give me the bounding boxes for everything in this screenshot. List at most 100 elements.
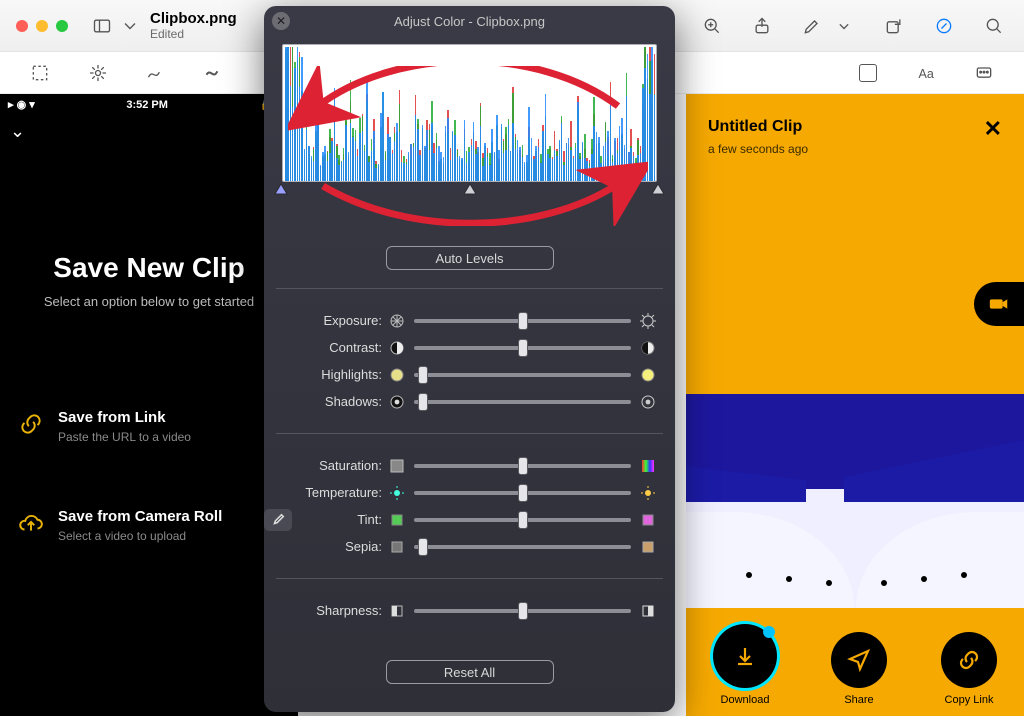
slider-label: Shadows: [264,394,388,409]
slider-track[interactable] [414,609,631,613]
option-title: Save from Link [58,409,191,426]
action-download[interactable]: Download [713,624,777,706]
action-label: Download [721,694,770,706]
action-share[interactable]: Share [831,632,887,706]
edit-dropdown-icon[interactable] [830,14,858,38]
slider-thumb[interactable] [518,511,528,529]
slider-track[interactable] [414,400,631,404]
slider-thumb[interactable] [418,393,428,411]
slider-max-icon [639,339,657,357]
copy-link-icon[interactable] [941,632,997,688]
slider-thumb[interactable] [418,538,428,556]
edit-icon[interactable] [798,14,826,38]
phone-left-mock: ▸ ◉ ▾ 3:52 PM 🔒 🔋 ⌄ Save New Clip Select… [0,94,298,716]
share-plane-icon[interactable] [831,632,887,688]
panel-title: Adjust Color - Clipbox.png [394,14,545,29]
slider-highlights[interactable]: Highlights: [264,361,675,388]
slider-min-icon [388,312,406,330]
chevron-down-icon[interactable] [116,14,144,38]
panel-close-icon[interactable]: ✕ [272,12,290,30]
slider-track[interactable] [414,373,631,377]
slider-exposure[interactable]: Exposure: [264,307,675,334]
levels-white-point-handle[interactable] [651,182,665,196]
slider-label: Temperature: [264,485,388,500]
slider-max-icon [639,312,657,330]
clip-timestamp: a few seconds ago [708,142,808,156]
slider-thumb[interactable] [418,366,428,384]
download-icon[interactable] [713,624,777,688]
instant-alpha-icon[interactable] [84,61,112,85]
slider-min-icon [388,393,406,411]
slider-min-icon [388,602,406,620]
action-label: Share [844,694,873,706]
slider-thumb[interactable] [518,484,528,502]
slider-thumb[interactable] [518,339,528,357]
slider-track[interactable] [414,545,631,549]
zoom-window-button[interactable] [56,20,68,32]
slider-max-icon [639,511,657,529]
slider-sharpness[interactable]: Sharpness: [264,597,675,624]
record-button[interactable] [974,282,1024,326]
close-icon[interactable]: ✕ [984,118,1002,140]
search-icon[interactable] [980,14,1008,38]
selection-tool-icon[interactable] [26,61,54,85]
slider-label: Exposure: [264,313,388,328]
cloud-upload-icon [18,510,44,541]
markup-icon[interactable] [930,14,958,38]
annotation-icon[interactable] [970,61,998,85]
levels-black-point-handle[interactable] [274,182,288,196]
slider-thumb[interactable] [518,457,528,475]
slider-thumb[interactable] [518,602,528,620]
sidebar-toggle-icon[interactable] [88,14,116,38]
option-save-camera-roll[interactable]: Save from Camera Roll Select a video to … [0,498,298,553]
slider-sepia[interactable]: Sepia: [264,533,675,560]
eyedropper-icon[interactable] [264,509,292,531]
sketch1-icon[interactable] [142,61,170,85]
slider-tint[interactable]: Tint: [264,506,675,533]
reset-all-button[interactable]: Reset All [386,660,554,684]
share-icon[interactable] [748,14,776,38]
slider-contrast[interactable]: Contrast: [264,334,675,361]
option-save-link[interactable]: Save from Link Paste the URL to a video [0,399,298,454]
status-time: 3:52 PM [126,99,168,111]
slider-track[interactable] [414,464,631,468]
slider-min-icon [388,339,406,357]
histogram[interactable] [282,44,657,182]
slider-shadows[interactable]: Shadows: [264,388,675,415]
slider-track[interactable] [414,319,631,323]
slider-min-icon [388,538,406,556]
save-title: Save New Clip [0,252,298,284]
action-label: Copy Link [945,694,994,706]
window-controls[interactable] [16,20,68,32]
sketch2-icon[interactable] [200,61,228,85]
dismiss-chevron-icon[interactable]: ⌄ [10,121,298,142]
slider-max-icon [639,457,657,475]
slider-label: Sepia: [264,539,388,554]
adjust-color-panel[interactable]: ✕ Adjust Color - Clipbox.png Auto Levels… [264,6,675,712]
auto-levels-button[interactable]: Auto Levels [386,246,554,270]
slider-saturation[interactable]: Saturation: [264,452,675,479]
slider-temperature[interactable]: Temperature: [264,479,675,506]
slider-track[interactable] [414,346,631,350]
minimize-window-button[interactable] [36,20,48,32]
slider-max-icon [639,602,657,620]
slider-track[interactable] [414,491,631,495]
panel-title-bar[interactable]: ✕ Adjust Color - Clipbox.png [264,6,675,36]
option-subtitle: Paste the URL to a video [58,430,191,444]
slider-max-icon [639,393,657,411]
slider-label: Contrast: [264,340,388,355]
slider-min-icon [388,484,406,502]
slider-track[interactable] [414,518,631,522]
svg-text:Aa: Aa [919,67,934,81]
slider-thumb[interactable] [518,312,528,330]
text-style-icon[interactable]: Aa [912,61,940,85]
phone-right-mock: Untitled Clip a few seconds ago ✕ [686,94,1024,716]
action-copy-link[interactable]: Copy Link [941,632,997,706]
zoom-in-icon[interactable] [698,14,726,38]
document-status: Edited [150,27,237,41]
slider-label: Tint: [354,512,388,527]
rotate-icon[interactable] [880,14,908,38]
close-window-button[interactable] [16,20,28,32]
levels-mid-point-handle[interactable] [463,182,477,196]
shape-style-icon[interactable] [854,61,882,85]
